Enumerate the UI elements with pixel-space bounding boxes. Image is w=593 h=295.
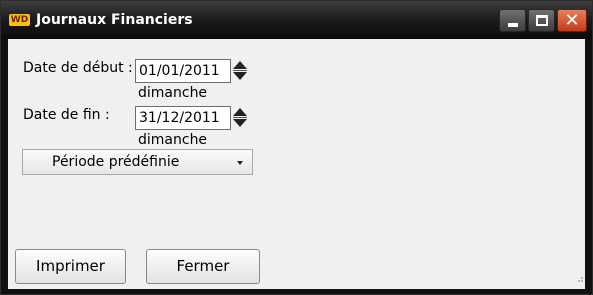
spin-up-icon[interactable] — [233, 61, 247, 69]
chevron-down-icon — [237, 161, 243, 165]
close-window-button[interactable]: ✕ — [557, 9, 587, 32]
end-date-label: Date de fin : — [23, 107, 110, 123]
print-button[interactable]: Imprimer — [15, 249, 126, 284]
start-date-label: Date de début : — [23, 60, 133, 76]
start-date-input[interactable]: 01/01/2011 — [135, 59, 231, 83]
spin-down-icon[interactable] — [233, 119, 247, 127]
period-dropdown-value: Période prédéfinie — [52, 154, 180, 170]
spin-down-icon[interactable] — [233, 72, 247, 80]
period-dropdown[interactable]: Période prédéfinie — [22, 149, 253, 175]
end-date-input[interactable]: 31/12/2011 — [135, 106, 231, 130]
maximize-icon — [536, 15, 548, 26]
window-title: Journaux Financiers — [36, 12, 193, 28]
end-date-spinner[interactable] — [232, 106, 247, 130]
spin-up-icon[interactable] — [233, 108, 247, 116]
spin-divider — [233, 117, 247, 118]
end-date-weekday: dimanche — [138, 132, 208, 148]
wd-app-icon: WD — [9, 14, 30, 26]
title-bar[interactable]: WD Journaux Financiers ✕ — [1, 1, 592, 39]
maximize-button[interactable] — [528, 9, 555, 32]
minimize-button[interactable] — [499, 9, 526, 32]
spin-divider — [233, 70, 247, 71]
resize-grip-icon[interactable] — [575, 275, 583, 283]
dialog-window: WD Journaux Financiers ✕ Date de début :… — [0, 0, 593, 295]
minimize-icon — [508, 23, 518, 27]
close-icon: ✕ — [564, 10, 580, 31]
start-date-weekday: dimanche — [138, 85, 208, 101]
start-date-spinner[interactable] — [232, 59, 247, 83]
close-button[interactable]: Fermer — [146, 249, 260, 284]
